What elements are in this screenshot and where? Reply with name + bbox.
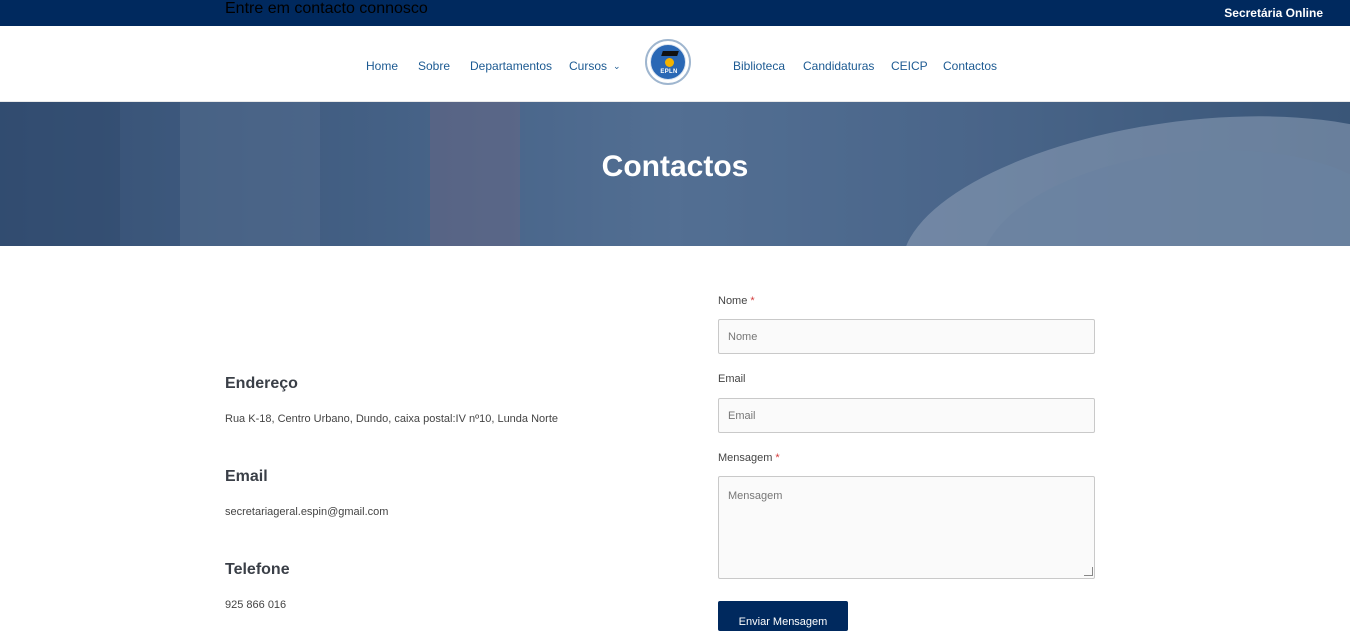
nav-item-cursos[interactable]: Cursos ⌄ xyxy=(569,59,621,73)
school-logo[interactable]: EPLN xyxy=(645,39,691,85)
nav-item-cursos-label: Cursos xyxy=(569,59,608,73)
name-input[interactable] xyxy=(718,319,1095,354)
logo-text: EPLN xyxy=(660,69,678,75)
address-text: Rua K-18, Centro Urbano, Dundo, caixa po… xyxy=(225,413,558,425)
nav-item-candidaturas[interactable]: Candidaturas xyxy=(803,59,874,73)
required-marker: * xyxy=(775,452,780,464)
name-label: Nome * xyxy=(718,295,755,307)
send-message-button[interactable]: Enviar Mensagem xyxy=(718,601,848,631)
sun-icon xyxy=(665,58,674,67)
graduation-cap-icon xyxy=(661,51,679,56)
phone-heading: Telefone xyxy=(225,561,290,578)
top-bar: Secretária Online xyxy=(0,0,1350,26)
address-heading: Endereço xyxy=(225,375,298,392)
message-textarea[interactable] xyxy=(718,476,1095,579)
email-input[interactable] xyxy=(718,398,1095,433)
name-label-text: Nome xyxy=(718,295,748,307)
message-label-text: Mensagem xyxy=(718,452,773,464)
nav-item-contactos[interactable]: Contactos xyxy=(943,59,997,73)
phone-text: 925 866 016 xyxy=(225,599,287,611)
message-label: Mensagem * xyxy=(718,452,780,464)
chevron-down-icon: ⌄ xyxy=(613,61,621,71)
email-text: secretariageral.espin@gmail.com xyxy=(225,506,389,518)
nav-item-departamentos[interactable]: Departamentos xyxy=(470,59,552,73)
email-label: Email xyxy=(718,373,746,385)
required-marker: * xyxy=(750,295,755,307)
page-title: Contactos xyxy=(601,150,749,183)
main-navigation: Home Sobre Departamentos Cursos ⌄ EPLN Bi… xyxy=(0,26,1350,102)
resize-handle-icon[interactable] xyxy=(1084,567,1093,576)
email-heading: Email xyxy=(225,468,268,485)
contact-intro-heading: Entre em contacto connosco xyxy=(225,0,428,17)
nav-item-ceicp[interactable]: CEICP xyxy=(891,59,928,73)
nav-item-home[interactable]: Home xyxy=(366,59,398,73)
nav-item-sobre[interactable]: Sobre xyxy=(418,59,450,73)
hero-banner: Contactos xyxy=(0,102,1350,246)
nav-item-biblioteca[interactable]: Biblioteca xyxy=(733,59,785,73)
logo-seal: EPLN xyxy=(650,44,686,80)
secretaria-online-link[interactable]: Secretária Online xyxy=(1224,6,1323,20)
